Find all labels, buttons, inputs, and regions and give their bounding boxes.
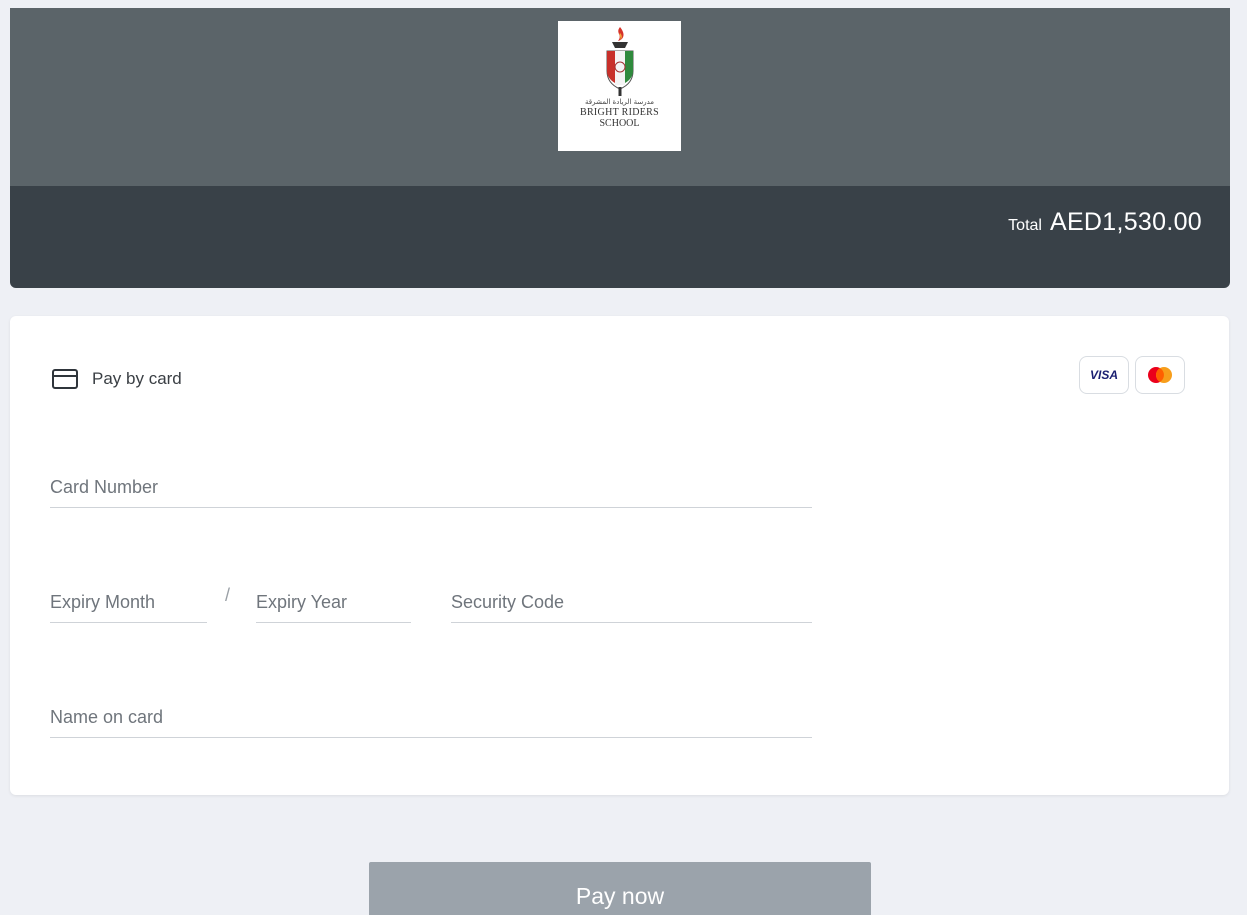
pay-by-card-option[interactable]: Pay by card	[52, 369, 182, 389]
expiry-separator: /	[225, 585, 231, 605]
payment-card-form: Pay by card VISA /	[10, 316, 1229, 795]
pay-now-button[interactable]: Pay now	[369, 862, 871, 915]
order-total: Total AED1,530.00	[1008, 208, 1202, 237]
logo-school-word: SCHOOL	[599, 118, 640, 129]
security-code-field[interactable]	[451, 592, 812, 623]
visa-icon: VISA	[1089, 368, 1118, 382]
logo-school-name: BRIGHT RIDERS	[579, 107, 659, 118]
expiry-year-field[interactable]	[256, 592, 411, 623]
total-label: Total	[1008, 217, 1042, 234]
pay-by-card-label: Pay by card	[92, 369, 182, 388]
security-code-input[interactable]	[451, 592, 812, 613]
card-number-input[interactable]	[50, 477, 812, 498]
name-on-card-field[interactable]	[50, 707, 812, 738]
expiry-month-input[interactable]	[50, 592, 207, 613]
school-logo: مدرسة الريادة المشرقة BRIGHT RIDERS SCHO…	[558, 21, 681, 151]
checkout-page: مدرسة الريادة المشرقة BRIGHT RIDERS SCHO…	[0, 0, 1247, 915]
header-logo-area: مدرسة الريادة المشرقة BRIGHT RIDERS SCHO…	[10, 8, 1230, 186]
card-brands: VISA	[1079, 356, 1185, 394]
visa-badge: VISA	[1079, 356, 1129, 394]
checkout-header: مدرسة الريادة المشرقة BRIGHT RIDERS SCHO…	[10, 8, 1230, 288]
name-on-card-input[interactable]	[50, 707, 812, 728]
header-total-bar: Total AED1,530.00	[10, 186, 1230, 288]
mastercard-badge	[1135, 356, 1185, 394]
torch-shield-icon	[606, 27, 633, 96]
expiry-month-field[interactable]	[50, 592, 207, 623]
credit-card-icon	[52, 369, 78, 389]
card-number-field[interactable]	[50, 477, 812, 508]
total-amount: AED1,530.00	[1049, 208, 1202, 236]
expiry-year-input[interactable]	[256, 592, 411, 613]
mastercard-icon	[1148, 367, 1172, 383]
logo-arabic-text: مدرسة الريادة المشرقة	[584, 98, 654, 106]
